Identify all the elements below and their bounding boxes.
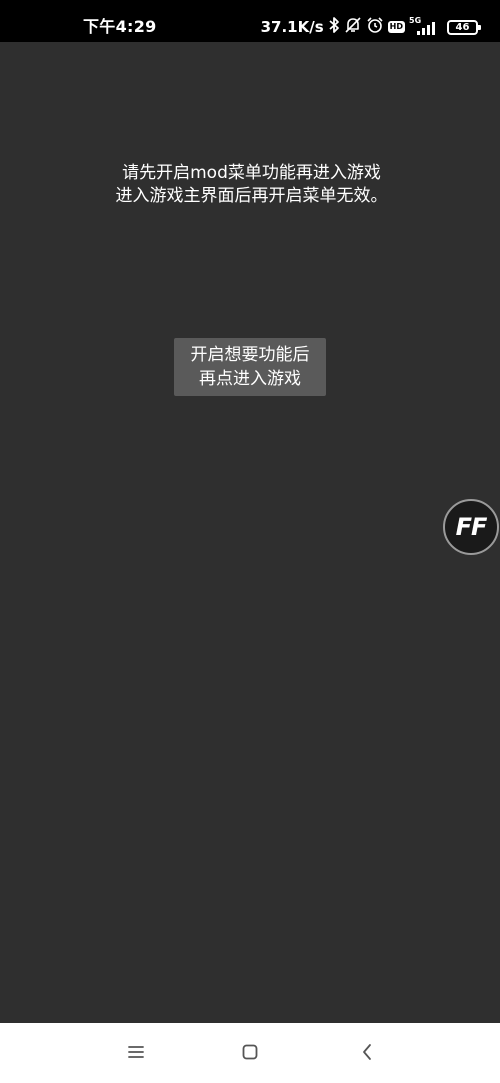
instruction-line-2: 进入游戏主界面后再开启菜单无效。 (115, 186, 388, 206)
battery-level: 46 (455, 21, 470, 33)
battery-icon: 46 (447, 19, 481, 35)
enter-game-button[interactable]: 开启想要功能后 再点进入游戏 (174, 338, 326, 396)
navigation-bar (0, 1023, 500, 1083)
net-speed: 37.1K/s (260, 18, 324, 36)
status-time: 下午4:29 (83, 17, 157, 36)
floating-menu-label: FF (455, 513, 488, 541)
bluetooth-icon (328, 16, 340, 38)
instruction-line-1: 请先开启mod菜单功能再进入游戏 (122, 163, 381, 183)
menu-icon[interactable] (121, 1037, 151, 1067)
enter-game-button-line-2: 再点进入游戏 (199, 369, 301, 389)
floating-menu-button[interactable]: FF (443, 499, 499, 555)
home-square-icon[interactable] (235, 1037, 265, 1067)
back-chevron-icon[interactable] (352, 1037, 382, 1067)
enter-game-button-line-1: 开启想要功能后 (190, 345, 310, 365)
signal-bars (417, 22, 435, 35)
status-bar: 下午4:29 37.1K/s HD 5G 46 (0, 0, 500, 42)
screen: 下午4:29 37.1K/s HD 5G 46 请先开启mod菜单功能再进入游戏… (0, 0, 500, 1083)
hd-icon: HD (387, 21, 405, 33)
alarm-icon (366, 16, 384, 38)
signal-icon: 5G (409, 16, 439, 37)
status-icons: 37.1K/s HD 5G 46 (260, 16, 481, 38)
instruction-message: 请先开启mod菜单功能再进入游戏 进入游戏主界面后再开启菜单无效。 (0, 162, 500, 208)
mute-icon (344, 16, 362, 38)
